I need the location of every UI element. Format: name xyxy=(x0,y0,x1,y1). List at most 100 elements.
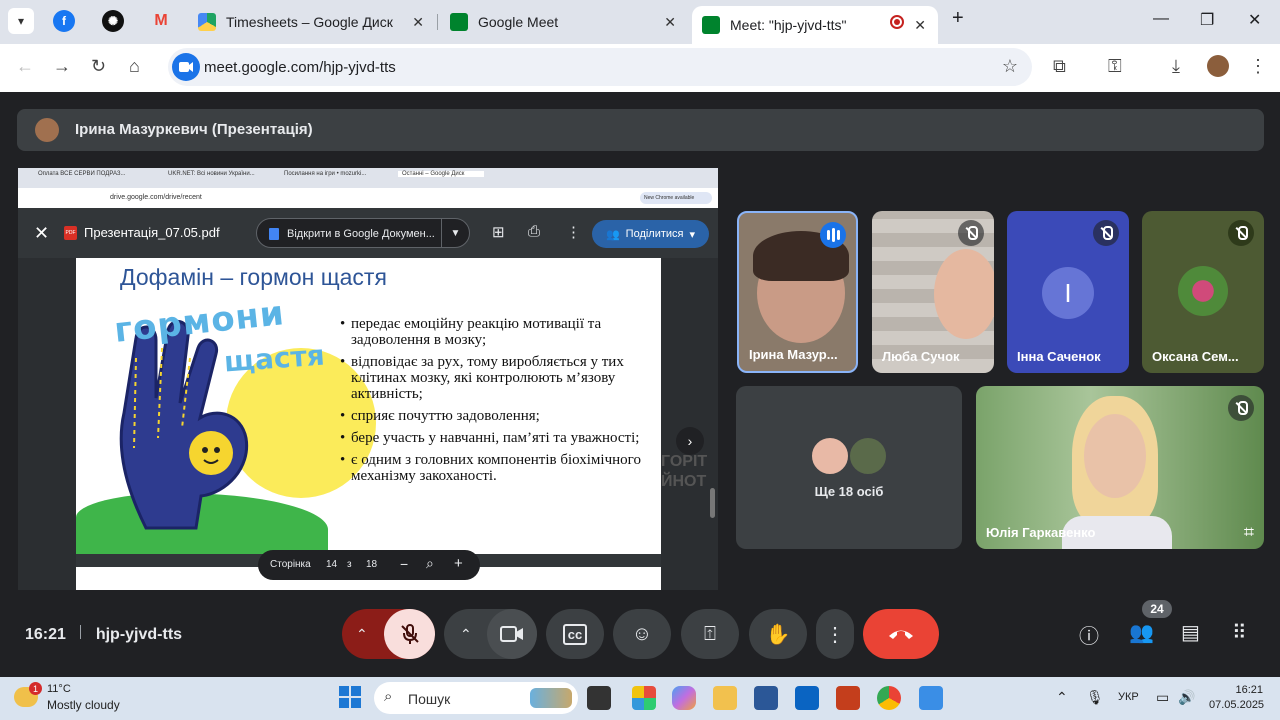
raise-hand-button[interactable]: ✋ xyxy=(749,609,807,659)
widgets-app-icon[interactable] xyxy=(632,686,656,710)
chevron-down-icon[interactable]: ▼ xyxy=(441,219,469,247)
tab-meet-active[interactable]: Meet: "hjp-yjvd-tts" ✕ xyxy=(692,6,938,44)
extensions-icon[interactable]: ⧉ xyxy=(1053,56,1066,77)
tab-search-dropdown[interactable]: ▾ xyxy=(8,8,34,34)
new-tab-button[interactable]: + xyxy=(952,7,964,30)
close-tab-icon[interactable]: ✕ xyxy=(914,17,926,34)
tab-label: Google Meet xyxy=(478,14,559,30)
participant-tile-2[interactable]: Люба Сучок xyxy=(872,211,994,373)
captions-button[interactable]: cc xyxy=(546,609,604,659)
close-window-icon[interactable]: ✕ xyxy=(1248,10,1261,30)
slide-bullet: передає емоційну реакцію мотивації та за… xyxy=(340,316,650,348)
activities-icon[interactable]: ⠿ xyxy=(1232,620,1247,645)
weather-description[interactable]: Mostly cloudy xyxy=(47,698,120,712)
chevron-up-icon[interactable]: ⌃ xyxy=(356,626,368,643)
chat-icon[interactable]: ▤ xyxy=(1181,620,1200,645)
participant-name: Юлія Гаркавенко xyxy=(986,525,1096,540)
google-docs-icon xyxy=(269,228,279,240)
tab-label: Timesheets – Google Диск xyxy=(226,14,393,30)
participant-tile-5[interactable]: Юлія Гаркавенко ⌗ xyxy=(976,386,1264,549)
drive-background-right xyxy=(661,258,718,590)
mic-toggle-button[interactable] xyxy=(384,609,435,659)
copilot-icon[interactable] xyxy=(672,686,696,710)
address-bar[interactable]: meet.google.com/hjp-yjvd-tts ☆ xyxy=(168,48,1032,86)
open-with-label: Відкрити в Google Докумен... xyxy=(287,228,435,240)
divider xyxy=(80,625,82,639)
participant-tile-3[interactable]: І Інна Саченок xyxy=(1007,211,1129,373)
tab-google-meet[interactable]: Google Meet ✕ xyxy=(440,6,688,38)
others-tile[interactable]: Ще 18 осіб xyxy=(736,386,962,549)
close-tab-icon[interactable]: ✕ xyxy=(664,14,676,31)
back-icon[interactable]: ← xyxy=(16,56,34,77)
input-language[interactable]: УКР xyxy=(1118,691,1139,703)
print-icon[interactable]: ⎙ xyxy=(528,223,540,240)
presenter-avatar xyxy=(35,118,59,142)
restore-icon[interactable]: ❐ xyxy=(1200,10,1214,30)
photos-icon[interactable] xyxy=(919,686,943,710)
others-label: Ще 18 осіб xyxy=(814,484,884,499)
url-text: meet.google.com/hjp-yjvd-tts xyxy=(204,59,396,76)
next-file-icon[interactable]: › xyxy=(676,427,704,455)
close-icon[interactable]: ✕ xyxy=(34,223,49,244)
clock-time: 16:21 xyxy=(1235,684,1263,696)
more-options-button[interactable]: ⋮ xyxy=(816,609,854,659)
password-key-icon[interactable]: ⚿ xyxy=(1108,56,1122,77)
leave-call-button[interactable] xyxy=(863,609,939,659)
google-meet-icon xyxy=(702,16,720,34)
mic-off-icon xyxy=(1228,395,1254,421)
close-tab-icon[interactable]: ✕ xyxy=(412,14,424,31)
show-hidden-icons[interactable]: ⌃ xyxy=(1056,689,1068,706)
taskbar-search[interactable]: ⌕ Пошук xyxy=(374,682,578,714)
camera-toggle-button[interactable] xyxy=(487,609,537,659)
share-button[interactable]: 👥 Поділитися ▾ xyxy=(592,220,709,248)
powerpoint-icon[interactable] xyxy=(836,686,860,710)
home-icon[interactable]: ⌂ xyxy=(129,56,140,77)
zoom-in-icon[interactable]: + xyxy=(454,555,463,572)
outlook-icon[interactable] xyxy=(795,686,819,710)
reactions-button[interactable]: ☺ xyxy=(613,609,671,659)
forward-icon[interactable]: → xyxy=(53,56,71,77)
microphone-icon[interactable]: 🎙 xyxy=(1086,689,1104,706)
participant-tile-4[interactable]: Оксана Сем... xyxy=(1142,211,1264,373)
zoom-out-icon[interactable]: − xyxy=(400,556,408,572)
taskbar-clock[interactable]: 16:21 07.05.2025 xyxy=(1209,683,1265,713)
chevron-up-icon[interactable]: ⌃ xyxy=(460,626,472,643)
file-name: Презентація_07.05.pdf xyxy=(84,225,220,240)
chatgpt-icon[interactable]: ✺ xyxy=(102,10,124,32)
people-icon: 👥 xyxy=(605,228,620,241)
browser-menu-icon[interactable]: ⋮ xyxy=(1249,56,1267,77)
add-comment-icon[interactable]: ⊞ xyxy=(492,223,505,241)
weather-temperature[interactable]: 11°C xyxy=(47,683,71,695)
download-icon[interactable]: ⤓ xyxy=(1172,56,1180,77)
more-icon[interactable]: ⋮ xyxy=(566,223,581,241)
file-explorer-icon[interactable] xyxy=(713,686,737,710)
clock-date: 07.05.2025 xyxy=(1209,699,1265,711)
scrollbar[interactable] xyxy=(710,488,715,518)
profile-avatar[interactable] xyxy=(1207,55,1229,77)
facebook-icon[interactable]: f xyxy=(53,10,75,32)
zoom-icon[interactable]: ⌕ xyxy=(426,555,434,572)
volume-icon[interactable]: 🔊 xyxy=(1178,689,1195,706)
open-with-button[interactable]: Відкрити в Google Докумен... ▼ xyxy=(256,218,470,248)
update-chip: New Chrome available xyxy=(640,192,712,204)
crop-icon[interactable]: ⌗ xyxy=(1244,522,1254,543)
chrome-icon[interactable] xyxy=(877,686,901,710)
task-view-icon[interactable] xyxy=(587,686,611,710)
site-info-icon[interactable] xyxy=(172,53,200,81)
participant-tile-1[interactable]: Ірина Мазур... xyxy=(737,211,858,373)
page-current[interactable]: 14 xyxy=(326,559,337,570)
windows-start-icon[interactable] xyxy=(339,686,361,708)
meeting-details-icon[interactable]: ⓘ xyxy=(1079,620,1099,649)
network-icon[interactable]: ▭ xyxy=(1156,689,1169,706)
browser-tab-bar: ▾ f ✺ M Timesheets – Google Диск ✕ Googl… xyxy=(0,0,1280,44)
reload-icon[interactable]: ↻ xyxy=(91,56,106,77)
presentation-slide: Дофамін – гормон щастя гормони щастя пер… xyxy=(76,258,661,554)
store-icon[interactable] xyxy=(754,686,778,710)
bookmark-star-icon[interactable]: ☆ xyxy=(1002,56,1018,77)
people-icon[interactable]: 👥 xyxy=(1129,620,1154,645)
present-button[interactable]: ⍐ xyxy=(681,609,739,659)
gmail-icon[interactable]: M xyxy=(150,10,172,32)
minimize-icon[interactable]: — xyxy=(1153,10,1169,28)
pdf-icon: PDF xyxy=(64,226,77,240)
tab-timesheets[interactable]: Timesheets – Google Диск ✕ xyxy=(188,6,436,38)
